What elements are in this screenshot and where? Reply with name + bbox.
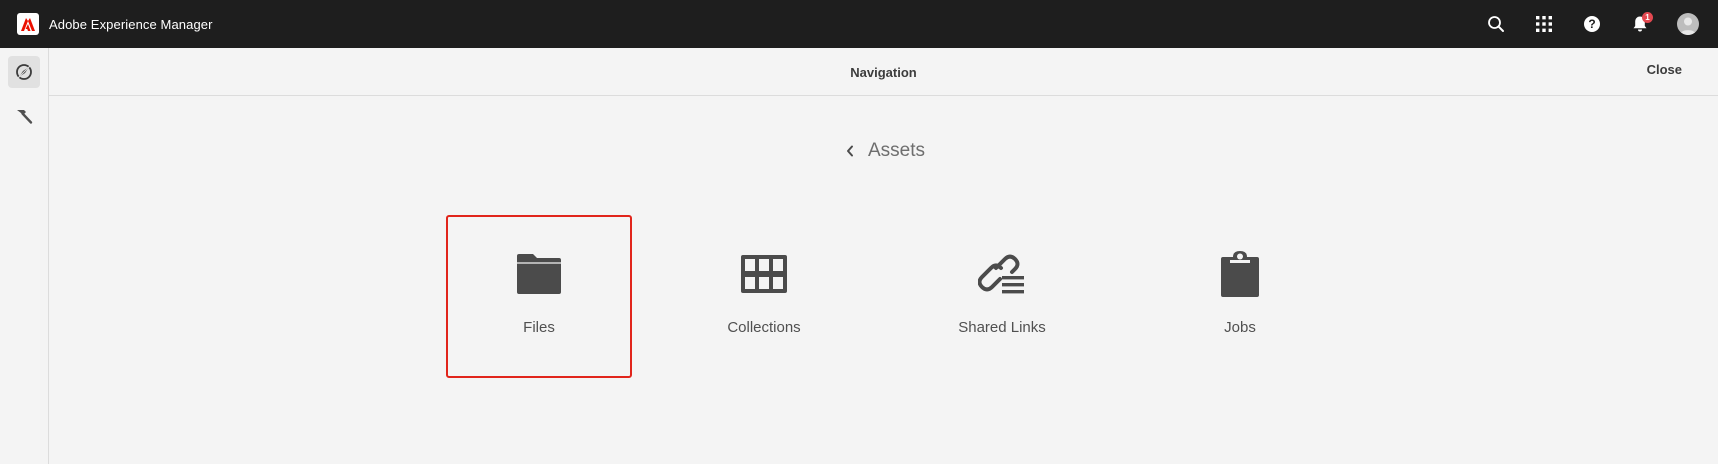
navigation-compass-icon (15, 63, 33, 81)
app-title: Adobe Experience Manager (49, 16, 213, 32)
help-button[interactable]: ? (1568, 0, 1616, 48)
left-rail (0, 48, 49, 464)
close-button[interactable]: Close (1647, 62, 1682, 77)
hammer-tools-icon (17, 110, 33, 124)
help-icon: ? (1584, 16, 1600, 32)
tile-shared-links[interactable]: Shared Links (909, 215, 1095, 378)
tile-label: Files (523, 319, 555, 336)
tile-files[interactable]: Files (446, 215, 632, 378)
tile-label: Jobs (1224, 319, 1256, 336)
search-button[interactable] (1472, 0, 1520, 48)
adobe-logo-icon (17, 13, 39, 35)
search-icon (1488, 16, 1504, 32)
top-shell-bar: Adobe Experience Manager ? 1 (0, 0, 1718, 48)
user-profile-button[interactable] (1664, 0, 1712, 48)
shell-actions: ? 1 (1472, 0, 1718, 48)
navigation-header: Navigation Close (49, 48, 1718, 96)
rail-tools-button[interactable] (8, 100, 40, 132)
solutions-button[interactable] (1520, 0, 1568, 48)
shared-links-icon (978, 254, 1024, 294)
tile-label: Shared Links (958, 319, 1046, 336)
folder-icon (517, 254, 561, 294)
notifications-button[interactable]: 1 (1616, 0, 1664, 48)
user-avatar-icon (1677, 13, 1699, 35)
chevron-left-icon (847, 145, 853, 157)
collections-grid-icon (741, 255, 787, 293)
breadcrumb-back[interactable]: Assets (846, 138, 925, 164)
breadcrumb-label: Assets (868, 140, 926, 161)
apps-grid-icon (1536, 16, 1552, 32)
tile-collections[interactable]: Collections (671, 215, 857, 378)
page-title: Navigation (850, 64, 917, 80)
notification-badge: 1 (1642, 12, 1653, 23)
clipboard-icon (1221, 251, 1259, 297)
tile-jobs[interactable]: Jobs (1147, 215, 1333, 378)
rail-navigation-button[interactable] (8, 56, 40, 88)
tile-label: Collections (727, 319, 801, 336)
brand[interactable]: Adobe Experience Manager (17, 13, 213, 35)
svg-text:?: ? (1588, 17, 1595, 31)
